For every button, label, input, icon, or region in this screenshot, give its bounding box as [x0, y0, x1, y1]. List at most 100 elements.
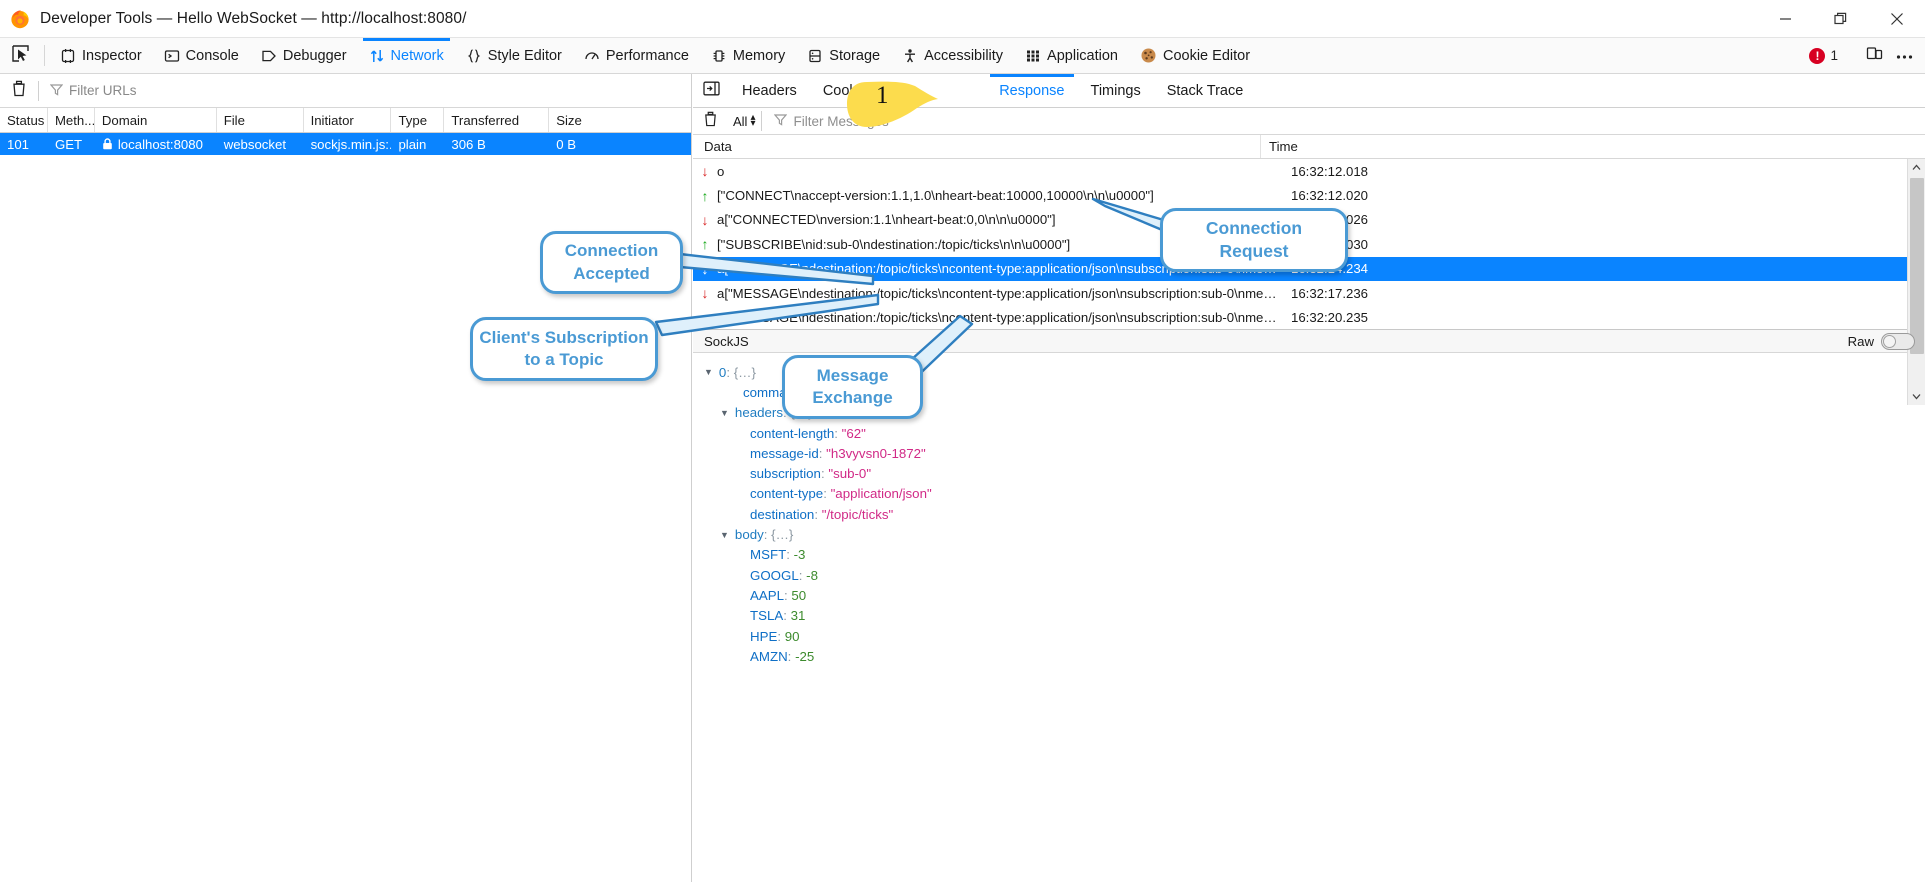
tab-stack-trace[interactable]: Stack Trace	[1154, 74, 1257, 107]
tree-node[interactable]: HPE: 90	[693, 626, 1925, 646]
close-button[interactable]	[1869, 0, 1925, 37]
message-time: 16:32:12.020	[1283, 188, 1925, 203]
tree-value: 31	[791, 608, 806, 623]
tab-accessibility[interactable]: Accessibility	[891, 38, 1014, 73]
tree-key: content-length	[750, 426, 834, 441]
message-time: 16:32:12.018	[1283, 164, 1925, 179]
tab-memory[interactable]: Memory	[700, 38, 796, 73]
trash-icon	[11, 80, 27, 102]
window-title: Developer Tools — Hello WebSocket — http…	[40, 10, 467, 28]
tab-label: Cookie Editor	[1163, 48, 1250, 64]
column-header-time[interactable]: Time	[1260, 135, 1925, 158]
chevron-updown-icon: ▴▾	[750, 115, 755, 127]
tab-console[interactable]: Console	[153, 38, 250, 73]
message-time: 16:32:14.234	[1283, 261, 1925, 276]
tree-key: destination	[750, 507, 814, 522]
tab-debugger[interactable]: Debugger	[250, 38, 358, 73]
tree-node[interactable]: MSFT: -3	[693, 545, 1925, 565]
callout-leader-client-subscription	[650, 286, 890, 346]
scroll-up-arrow-icon[interactable]	[1908, 159, 1925, 176]
tree-key: TSLA	[750, 608, 783, 623]
responsive-design-mode-button[interactable]	[1859, 42, 1889, 70]
scroll-down-arrow-icon[interactable]	[1908, 388, 1925, 405]
message-data: o	[717, 164, 1283, 179]
tab-style-editor[interactable]: Style Editor	[455, 38, 573, 73]
tab-label: Stack Trace	[1167, 83, 1244, 99]
tab-label: Inspector	[82, 48, 142, 64]
tab-network[interactable]: Network	[358, 38, 455, 73]
tree-key: GOOGL	[750, 568, 799, 583]
element-picker-button[interactable]	[0, 38, 40, 73]
raw-toggle-switch[interactable]	[1881, 333, 1915, 350]
list-item[interactable]: ↑ ["CONNECT\naccept-version:1.1,1.0\nhea…	[693, 183, 1925, 207]
tree-value: -25	[795, 649, 814, 664]
clear-messages-button[interactable]	[693, 111, 727, 132]
request-detail-panel: Headers Cookies Response Timings Stack T…	[693, 74, 1925, 882]
callout-line-2: Request	[1206, 240, 1302, 263]
tab-storage[interactable]: Storage	[796, 38, 891, 73]
column-header-status[interactable]: Status	[0, 108, 48, 132]
column-header-initiator[interactable]: Initiator	[304, 108, 392, 132]
tree-value: -3	[794, 547, 806, 562]
twisty-open-icon[interactable]: ▼	[720, 408, 729, 418]
tab-performance[interactable]: Performance	[573, 38, 700, 73]
more-options-button[interactable]	[1889, 42, 1919, 70]
twisty-open-icon[interactable]: ▼	[704, 367, 713, 377]
responsive-design-mode-icon	[1866, 45, 1883, 67]
tree-node[interactable]: ▼ body: {…}	[693, 524, 1925, 544]
column-header-transferred[interactable]: Transferred	[444, 108, 549, 132]
tree-node[interactable]: content-length: "62"	[693, 423, 1925, 443]
message-type-select[interactable]: All ▴▾	[727, 114, 761, 129]
maximize-button[interactable]	[1813, 0, 1869, 37]
tree-node[interactable]: TSLA: 31	[693, 606, 1925, 626]
network-icon	[369, 48, 385, 64]
column-header-type[interactable]: Type	[391, 108, 444, 132]
column-header-file[interactable]: File	[217, 108, 304, 132]
expand-pane-icon	[703, 81, 720, 101]
tab-headers[interactable]: Headers	[729, 74, 810, 107]
list-item[interactable]: ↓ o 16:32:12.018	[693, 159, 1925, 183]
tab-label: Memory	[733, 48, 785, 64]
tab-timings[interactable]: Timings	[1078, 74, 1154, 107]
cell-file: websocket	[217, 133, 304, 155]
message-type-label: All	[733, 114, 747, 129]
tree-node[interactable]: GOOGL: -8	[693, 565, 1925, 585]
tab-label: Application	[1047, 48, 1118, 64]
filter-urls-input[interactable]: Filter URLs	[39, 83, 137, 99]
table-row[interactable]: 101 GET localhost:8080 websocket sockjs.…	[0, 133, 691, 155]
expand-pane-button[interactable]	[693, 74, 729, 107]
twisty-open-icon[interactable]: ▼	[720, 530, 729, 540]
cell-transferred: 306 B	[444, 133, 549, 155]
message-time: 16:32:12.030	[1283, 237, 1925, 252]
scrollbar-thumb[interactable]	[1910, 178, 1924, 354]
tree-node[interactable]: content-type: "application/json"	[693, 484, 1925, 504]
tab-response[interactable]: Response	[986, 74, 1077, 107]
tree-node[interactable]: AMZN: -25	[693, 646, 1925, 666]
tab-label: Accessibility	[924, 48, 1003, 64]
tab-application[interactable]: Application	[1014, 38, 1129, 73]
callout-line-1: Connection	[565, 240, 659, 262]
clear-requests-button[interactable]	[0, 80, 38, 102]
tab-label: Network	[391, 48, 444, 64]
column-header-size[interactable]: Size	[549, 108, 691, 132]
minimize-button[interactable]	[1757, 0, 1813, 37]
storage-icon	[807, 48, 823, 64]
error-count-badge[interactable]: ! 1	[1809, 48, 1838, 64]
tab-label: Response	[999, 83, 1064, 99]
debugger-icon	[261, 48, 277, 64]
tab-inspector[interactable]: Inspector	[49, 38, 153, 73]
tab-label: Headers	[742, 83, 797, 99]
tree-node[interactable]: destination: "/topic/ticks"	[693, 504, 1925, 524]
messages-scrollbar[interactable]	[1907, 159, 1925, 405]
column-header-method[interactable]: Meth...	[48, 108, 95, 132]
tree-node[interactable]: message-id: "h3vyvsn0-1872"	[693, 443, 1925, 463]
tree-node[interactable]: subscription: "sub-0"	[693, 463, 1925, 483]
column-header-data[interactable]: Data	[693, 139, 1260, 154]
tab-label: Console	[186, 48, 239, 64]
tree-node[interactable]: AAPL: 50	[693, 585, 1925, 605]
column-header-domain[interactable]: Domain	[95, 108, 217, 132]
tree-value: "62"	[842, 426, 866, 441]
cell-size: 0 B	[549, 133, 691, 155]
tab-cookie-editor[interactable]: Cookie Editor	[1129, 38, 1261, 73]
cell-status: 101	[0, 133, 48, 155]
